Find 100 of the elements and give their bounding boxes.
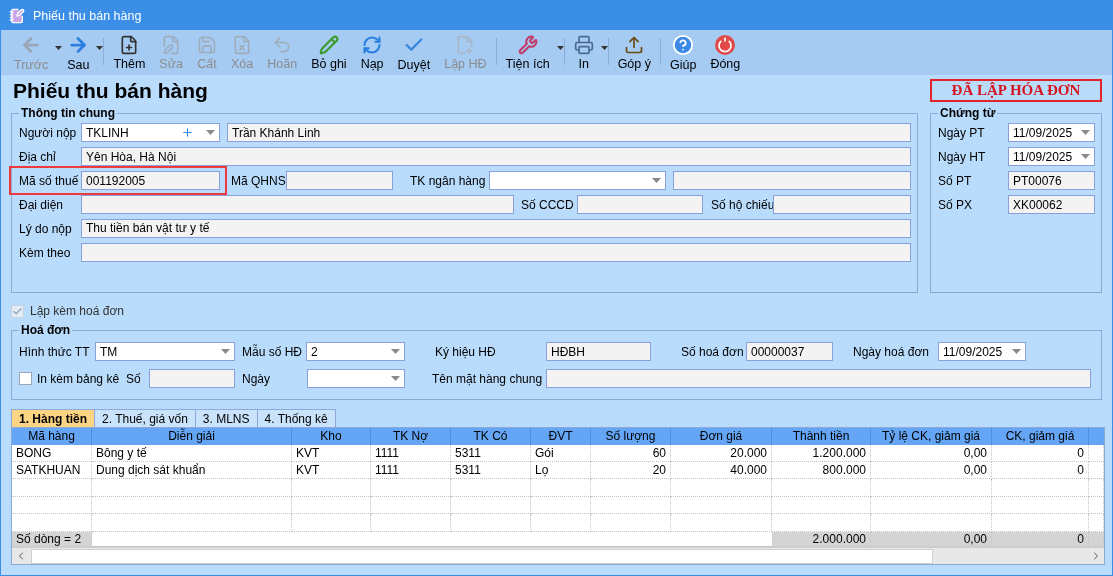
text-field[interactable] xyxy=(577,195,703,214)
tab[interactable]: 3. MLNS xyxy=(194,409,258,427)
text-field[interactable] xyxy=(149,369,235,388)
table-cell xyxy=(1089,514,1104,532)
field-label: Số xyxy=(126,371,142,386)
text-field[interactable] xyxy=(81,195,514,214)
text-field[interactable]: PT00076 xyxy=(1008,171,1095,190)
status-badge: ĐÃ LẬP HÓA ĐƠN xyxy=(930,79,1102,102)
combo-box[interactable]: 2 xyxy=(306,342,405,361)
field-text: 11/09/2025 xyxy=(943,344,1004,359)
field-text: 2 xyxy=(311,344,319,359)
table-cell: 5311 xyxy=(451,444,531,462)
text-field[interactable] xyxy=(546,369,1091,388)
combo-box[interactable]: 11/09/2025 xyxy=(1008,123,1095,142)
toolbar-button[interactable]: Giúp xyxy=(658,30,704,75)
table-cell: 0,00 xyxy=(871,444,992,462)
text-field[interactable]: 001192005 xyxy=(81,171,220,190)
column-header: CK, giảm giá xyxy=(992,428,1089,445)
scrollbar-thumb[interactable] xyxy=(31,548,933,564)
form-heading: Phiếu thu bán hàng xyxy=(13,78,208,103)
tab[interactable]: 2. Thuế, giá vốn xyxy=(94,409,196,427)
table-cell: Gói xyxy=(531,444,591,462)
text-field[interactable] xyxy=(673,171,911,190)
combo-box[interactable]: 11/09/2025 xyxy=(1008,147,1095,166)
field-label: Ngày xyxy=(242,371,271,386)
column-header: Mã hàng xyxy=(12,428,92,445)
caret-icon xyxy=(391,349,400,354)
caret-icon xyxy=(652,178,661,183)
text-field[interactable]: 00000037 xyxy=(746,342,833,361)
toolbar-button[interactable]: In xyxy=(561,30,606,75)
table-cell: 60 xyxy=(591,444,671,462)
table-cell xyxy=(531,496,591,515)
combo-box[interactable]: 11/09/2025 xyxy=(938,342,1026,361)
window-title: Phiếu thu bán hàng xyxy=(33,8,142,23)
field-label: Mã QHNS xyxy=(231,173,286,188)
table-cell: 0 xyxy=(992,444,1089,462)
field-text: 11/09/2025 xyxy=(1013,149,1074,164)
field-label: Số CCCD xyxy=(521,197,575,212)
checkbox[interactable] xyxy=(19,372,32,385)
table-cell: Bông y tế xyxy=(92,444,292,462)
toolbar-button[interactable]: Thêm xyxy=(101,30,153,75)
text-field[interactable]: XK00062 xyxy=(1008,195,1095,214)
text-field[interactable] xyxy=(81,243,911,262)
toolbar-button[interactable]: Góp ý xyxy=(605,30,658,75)
text-field[interactable]: Thu tiền bán vật tư y tế xyxy=(81,219,911,238)
toolbar-button[interactable]: Tiện ích xyxy=(493,30,562,75)
field-text: TM xyxy=(100,344,119,359)
toolbar-button[interactable]: Nạp xyxy=(353,30,391,75)
text-field[interactable]: Yên Hòa, Hà Nội xyxy=(81,147,911,166)
column-header: TK Có xyxy=(451,428,531,445)
column-header: Số lượng xyxy=(591,428,671,445)
text-field[interactable] xyxy=(286,171,393,190)
section-title: Chứng từ xyxy=(939,106,997,120)
field-label: In kèm bảng kê xyxy=(37,371,121,386)
table-cell: 0,00 xyxy=(871,462,992,480)
field-text: PT00076 xyxy=(1013,173,1063,188)
upload-icon xyxy=(624,34,645,55)
combo-box[interactable] xyxy=(489,171,666,190)
checkbox-label: Lập kèm hoá đơn xyxy=(30,304,124,318)
power-icon xyxy=(715,34,736,55)
field-text: TKLINH xyxy=(86,125,130,140)
column-header: TK Nợ xyxy=(371,428,451,445)
field-label: Người nộp xyxy=(19,125,78,140)
combo-box[interactable]: TKLINH xyxy=(81,123,220,142)
caret-icon xyxy=(556,46,564,50)
pencil-icon xyxy=(318,34,339,55)
field-text: 00000037 xyxy=(751,344,806,359)
combo-box[interactable] xyxy=(307,369,405,388)
caret-icon xyxy=(206,130,215,135)
app-icon xyxy=(9,7,25,24)
text-field[interactable] xyxy=(773,195,911,214)
caret-icon xyxy=(600,46,608,50)
column-header: Kho xyxy=(292,428,371,445)
add-document-icon xyxy=(455,34,476,55)
table-cell: KVT xyxy=(292,444,371,462)
field-label: Ký hiệu HĐ xyxy=(435,344,497,359)
combo-box[interactable]: TM xyxy=(95,342,235,361)
table-cell: SATKHUAN xyxy=(12,462,92,480)
field-label: Số PT xyxy=(938,173,973,188)
toolbar-button[interactable]: Đóng xyxy=(703,30,748,75)
field-label: Số hoá đơn xyxy=(681,344,745,359)
table-cell: 800.000 xyxy=(772,462,871,480)
table-cell xyxy=(1089,496,1104,515)
table-cell: Dung dịch sát khuẩn xyxy=(92,462,292,480)
help-icon xyxy=(672,33,695,56)
table-cell: 40.000 xyxy=(671,462,772,480)
tab[interactable]: 1. Hàng tiền xyxy=(11,409,95,427)
text-field[interactable]: Trần Khánh Linh xyxy=(227,123,911,142)
tab[interactable]: 4. Thống kê xyxy=(256,409,336,427)
toolbar-button[interactable]: Sau xyxy=(60,30,102,75)
field-label: Hình thức TT xyxy=(19,344,91,359)
section-title: Hoá đơn xyxy=(20,323,72,337)
field-text: Trần Khánh Linh xyxy=(232,125,322,140)
column-header: Thành tiền xyxy=(772,428,871,445)
toolbar-button[interactable]: Duyệt xyxy=(390,30,438,75)
field-label: Ngày hoá đơn xyxy=(853,344,930,359)
field-label: Mã số thuế xyxy=(19,173,80,188)
field-text: 11/09/2025 xyxy=(1013,125,1074,140)
text-field[interactable]: HĐBH xyxy=(546,342,651,361)
toolbar-button[interactable]: Bỏ ghi xyxy=(304,30,354,75)
